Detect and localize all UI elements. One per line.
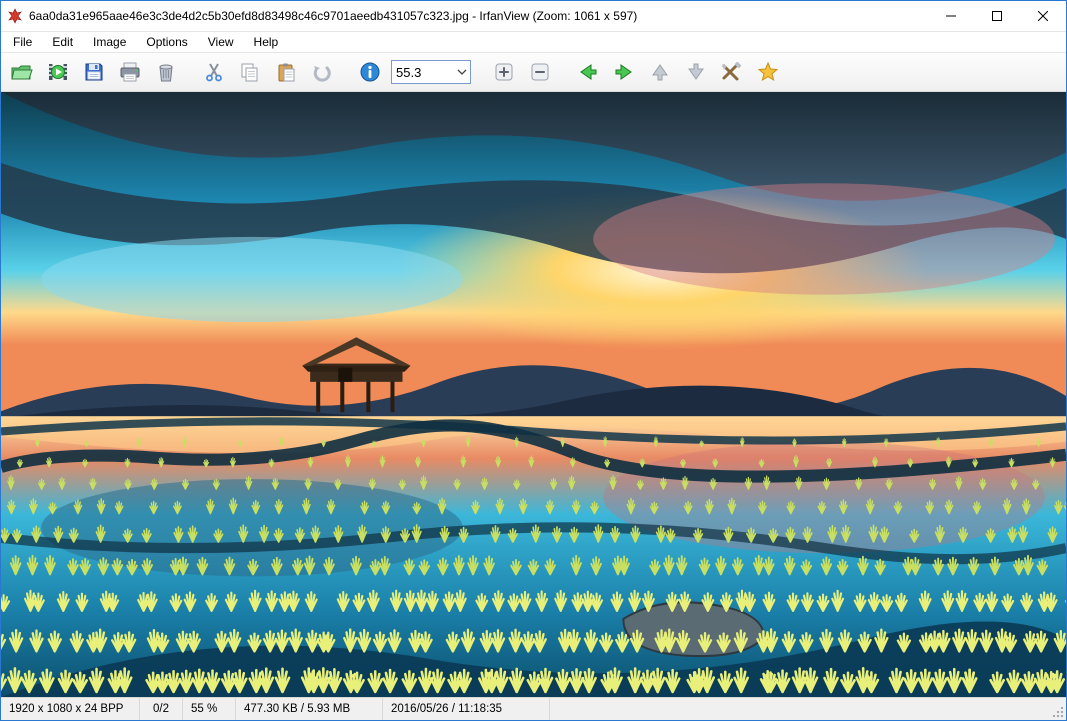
prev-page-button[interactable]	[645, 57, 675, 87]
delete-button[interactable]	[151, 57, 181, 87]
menu-view[interactable]: View	[200, 33, 242, 51]
image-viewport[interactable]	[1, 92, 1066, 697]
window-title: 6aa0da31e965aae46e3c3de4d2c5b30efd8d8349…	[29, 9, 637, 23]
settings-button[interactable]	[717, 57, 747, 87]
close-button[interactable]	[1020, 1, 1066, 31]
menu-file[interactable]: File	[5, 33, 40, 51]
app-window: 6aa0da31e965aae46e3c3de4d2c5b30efd8d8349…	[0, 0, 1067, 721]
minimize-button[interactable]	[928, 1, 974, 31]
status-datetime: 2016/05/26 / 11:18:35	[383, 698, 550, 720]
menubar: File Edit Image Options View Help	[1, 32, 1066, 52]
zoom-in-button[interactable]	[489, 57, 519, 87]
undo-button[interactable]	[307, 57, 337, 87]
app-icon	[7, 8, 23, 24]
prev-image-button[interactable]	[573, 57, 603, 87]
maximize-button[interactable]	[974, 1, 1020, 31]
next-image-button[interactable]	[609, 57, 639, 87]
resize-grip[interactable]	[1046, 698, 1066, 720]
status-spacer	[550, 698, 1046, 720]
paste-button[interactable]	[271, 57, 301, 87]
cut-button[interactable]	[199, 57, 229, 87]
toolbar	[1, 52, 1066, 92]
info-button[interactable]	[355, 57, 385, 87]
menu-help[interactable]: Help	[246, 33, 287, 51]
menu-options[interactable]: Options	[138, 33, 195, 51]
status-filesize: 477.30 KB / 5.93 MB	[236, 698, 383, 720]
displayed-image	[1, 92, 1066, 697]
print-button[interactable]	[115, 57, 145, 87]
statusbar: 1920 x 1080 x 24 BPP 0/2 55 % 477.30 KB …	[1, 697, 1066, 720]
open-button[interactable]	[7, 57, 37, 87]
slideshow-button[interactable]	[43, 57, 73, 87]
menu-image[interactable]: Image	[85, 33, 134, 51]
titlebar: 6aa0da31e965aae46e3c3de4d2c5b30efd8d8349…	[1, 1, 1066, 32]
status-zoom: 55 %	[183, 698, 236, 720]
save-button[interactable]	[79, 57, 109, 87]
favorite-button[interactable]	[753, 57, 783, 87]
zoom-input[interactable]	[391, 60, 471, 84]
status-index: 0/2	[140, 698, 183, 720]
status-dimensions: 1920 x 1080 x 24 BPP	[1, 698, 140, 720]
copy-button[interactable]	[235, 57, 265, 87]
zoom-out-button[interactable]	[525, 57, 555, 87]
next-page-button[interactable]	[681, 57, 711, 87]
zoom-combobox[interactable]	[391, 60, 471, 84]
menu-edit[interactable]: Edit	[44, 33, 81, 51]
